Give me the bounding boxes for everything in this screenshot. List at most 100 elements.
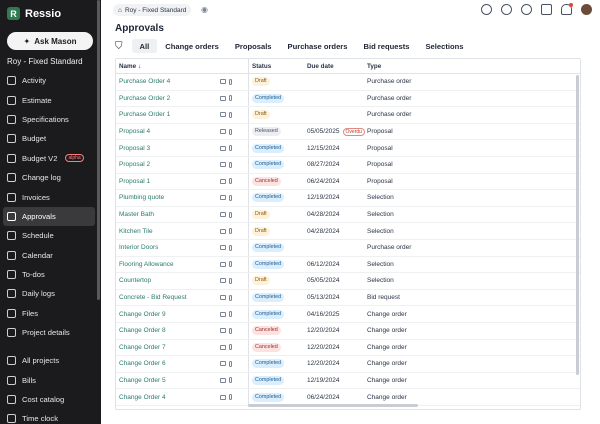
attachment-icon[interactable] bbox=[229, 161, 232, 168]
comment-icon[interactable] bbox=[220, 328, 226, 334]
tab-purchase-orders[interactable]: Purchase orders bbox=[280, 39, 356, 53]
table-row[interactable]: Change Order 7 Canceled 12/20/2024 Change o… bbox=[116, 339, 580, 357]
notification-bell-icon[interactable] bbox=[561, 3, 573, 15]
attachment-icon[interactable] bbox=[229, 244, 232, 251]
comment-icon[interactable] bbox=[220, 377, 226, 383]
tab-selections[interactable]: Selections bbox=[417, 39, 471, 53]
sidebar-item-approvals[interactable]: Approvals bbox=[3, 206, 95, 227]
breadcrumb[interactable]: ⌂ Roy - Fixed Standard bbox=[113, 4, 192, 16]
sidebar-item-budget-v2[interactable]: Budget V2 alpha bbox=[0, 149, 101, 168]
sidebar-scrollbar[interactable] bbox=[97, 0, 100, 300]
row-name-link[interactable]: Proposal 3 bbox=[116, 145, 220, 152]
attachment-icon[interactable] bbox=[229, 178, 232, 185]
row-name-link[interactable]: Proposal 2 bbox=[116, 161, 220, 168]
row-name-link[interactable]: Concrete - Bid Request bbox=[116, 294, 220, 301]
sidebar-item-daily-logs[interactable]: Daily logs bbox=[0, 284, 101, 303]
row-name-link[interactable]: Purchase Order 1 bbox=[116, 111, 220, 118]
attachment-icon[interactable] bbox=[229, 311, 232, 318]
sidebar-item-to-dos[interactable]: To-dos bbox=[0, 265, 101, 284]
column-header-type[interactable]: Type bbox=[364, 63, 464, 70]
attachment-icon[interactable] bbox=[229, 194, 232, 201]
attachment-icon[interactable] bbox=[229, 377, 232, 384]
tab-bid-requests[interactable]: Bid requests bbox=[355, 39, 417, 53]
comment-icon[interactable] bbox=[220, 261, 226, 267]
sidebar-item-all-projects[interactable]: All projects bbox=[0, 351, 101, 370]
column-header-due-date[interactable]: Due date bbox=[304, 63, 364, 70]
table-vertical-scrollbar[interactable] bbox=[576, 75, 579, 375]
attachment-icon[interactable] bbox=[229, 228, 232, 235]
attachment-icon[interactable] bbox=[229, 327, 232, 334]
row-name-link[interactable]: Countertop bbox=[116, 277, 220, 284]
comment-icon[interactable] bbox=[220, 394, 226, 400]
comment-icon[interactable] bbox=[220, 344, 226, 350]
comment-icon[interactable] bbox=[220, 228, 226, 234]
column-header-name[interactable]: Name ↓ bbox=[116, 63, 220, 70]
attachment-icon[interactable] bbox=[229, 111, 232, 118]
attachment-icon[interactable] bbox=[229, 261, 232, 268]
help-icon[interactable] bbox=[481, 4, 492, 15]
sidebar-item-budget[interactable]: Budget bbox=[0, 129, 101, 148]
attachment-icon[interactable] bbox=[229, 294, 232, 301]
attachment-icon[interactable] bbox=[229, 145, 232, 152]
table-horizontal-scrollbar[interactable] bbox=[248, 404, 418, 407]
column-header-status[interactable]: Status bbox=[248, 59, 304, 73]
sidebar-item-time-clock[interactable]: Time clock bbox=[0, 409, 101, 424]
sidebar-item-schedule[interactable]: Schedule bbox=[0, 226, 101, 245]
table-row[interactable]: Proposal 1 Canceled 06/24/2024 Proposal bbox=[116, 173, 580, 191]
comment-icon[interactable] bbox=[220, 129, 226, 135]
comment-icon[interactable] bbox=[220, 195, 226, 201]
table-row[interactable]: Interior Doors Completed Purchase order bbox=[116, 239, 580, 257]
row-name-link[interactable]: Kitchen Tile bbox=[116, 228, 220, 235]
attachment-icon[interactable] bbox=[229, 344, 232, 351]
sidebar-item-specifications[interactable]: Specifications bbox=[0, 110, 101, 129]
table-row[interactable]: Proposal 4 Released 05/05/2025 Overdu Propos… bbox=[116, 123, 580, 141]
attachment-icon[interactable] bbox=[229, 128, 232, 135]
comment-icon[interactable] bbox=[220, 178, 226, 184]
row-name-link[interactable]: Change Order 4 bbox=[116, 394, 220, 401]
info-icon[interactable] bbox=[501, 4, 512, 15]
row-name-link[interactable]: Interior Doors bbox=[116, 244, 220, 251]
row-name-link[interactable]: Plumbing quote bbox=[116, 194, 220, 201]
sidebar-item-project-details[interactable]: Project details bbox=[0, 323, 101, 342]
attachment-icon[interactable] bbox=[229, 211, 232, 218]
row-name-link[interactable]: Flooring Allowance bbox=[116, 261, 220, 268]
attachment-icon[interactable] bbox=[229, 78, 232, 85]
brand[interactable]: R Ressio bbox=[7, 7, 61, 20]
row-name-link[interactable]: Proposal 1 bbox=[116, 178, 220, 185]
table-row[interactable]: Proposal 3 Completed 12/15/2024 Proposal bbox=[116, 140, 580, 157]
table-row[interactable]: Master Bath Draft 04/28/2024 Selection bbox=[116, 206, 580, 224]
tab-change-orders[interactable]: Change orders bbox=[157, 39, 227, 53]
comment-icon[interactable] bbox=[220, 95, 226, 101]
table-row[interactable]: Change Order 8 Canceled 12/20/2024 Change o… bbox=[116, 322, 580, 340]
comment-icon[interactable] bbox=[220, 245, 226, 251]
attachment-icon[interactable] bbox=[229, 394, 232, 401]
table-row[interactable]: Proposal 2 Completed 08/27/2024 Proposal bbox=[116, 156, 580, 174]
row-name-link[interactable]: Master Bath bbox=[116, 211, 220, 218]
comment-icon[interactable] bbox=[220, 311, 226, 317]
tab-proposals[interactable]: Proposals bbox=[227, 39, 280, 53]
tab-all[interactable]: All bbox=[131, 39, 158, 53]
table-row[interactable]: Plumbing quote Completed 12/19/2024 Selecti… bbox=[116, 190, 580, 207]
attachment-icon[interactable] bbox=[229, 95, 232, 102]
comment-icon[interactable] bbox=[220, 295, 226, 301]
eye-icon[interactable]: ◉ bbox=[201, 5, 208, 14]
table-row[interactable]: Countertop Draft 05/05/2024 Selection bbox=[116, 273, 580, 290]
row-name-link[interactable]: Change Order 8 bbox=[116, 327, 220, 334]
sidebar-item-estimate[interactable]: Estimate bbox=[0, 90, 101, 109]
avatar[interactable] bbox=[581, 4, 592, 15]
comment-icon[interactable] bbox=[220, 79, 226, 85]
ask-mason-button[interactable]: ✦ Ask Mason bbox=[7, 32, 93, 50]
table-row[interactable]: Flooring Allowance Completed 06/12/2024 Sel… bbox=[116, 256, 580, 274]
sidebar-item-files[interactable]: Files bbox=[0, 304, 101, 323]
row-name-link[interactable]: Purchase Order 2 bbox=[116, 95, 220, 102]
comment-icon[interactable] bbox=[220, 361, 226, 367]
row-name-link[interactable]: Change Order 7 bbox=[116, 344, 220, 351]
filter-icon[interactable]: ⛉ bbox=[115, 41, 123, 52]
sidebar-item-invoices[interactable]: Invoices bbox=[0, 187, 101, 206]
comment-icon[interactable] bbox=[220, 145, 226, 151]
search-icon[interactable] bbox=[521, 4, 532, 15]
table-row[interactable]: Purchase Order 4 Draft Purchase order bbox=[116, 74, 580, 91]
table-row[interactable]: Change Order 9 Completed 04/16/2025 Change … bbox=[116, 306, 580, 323]
table-row[interactable]: Change Order 6 Completed 12/20/2024 Change … bbox=[116, 356, 580, 373]
row-name-link[interactable]: Change Order 9 bbox=[116, 311, 220, 318]
